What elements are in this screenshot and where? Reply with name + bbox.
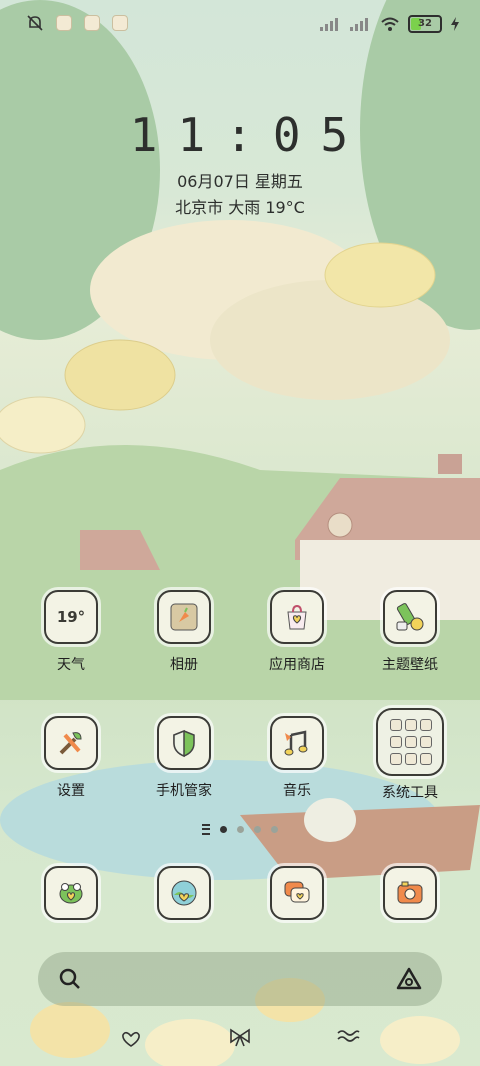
- app-label: 音乐: [283, 783, 311, 799]
- weather-icon-temp: 19°: [56, 608, 86, 626]
- theme-wallpaper-icon: [383, 590, 437, 644]
- bow-icon: [230, 1028, 250, 1047]
- status-bar: 32: [0, 0, 480, 50]
- folder-icon: [376, 708, 444, 776]
- app-label: 相册: [170, 657, 198, 673]
- page-dot: [254, 826, 261, 833]
- settings-icon: [44, 716, 98, 770]
- music-icon: [270, 716, 324, 770]
- battery-icon: 32: [408, 15, 442, 33]
- app-browser[interactable]: [134, 866, 234, 920]
- browser-icon: [157, 866, 211, 920]
- clock-date: 06月07日 星期五: [177, 172, 303, 191]
- app-music[interactable]: 音乐: [247, 716, 347, 800]
- weather-summary[interactable]: 北京市 大雨 19°C: [0, 194, 480, 218]
- page-dot: [220, 826, 227, 833]
- app-label: 主题壁纸: [382, 657, 438, 673]
- mute-bell-icon: [27, 15, 43, 31]
- app-label: 设置: [57, 783, 85, 799]
- security-icon: [157, 716, 211, 770]
- notification-app-icon: [112, 15, 128, 31]
- folder-preview-grid: [390, 719, 432, 765]
- app-label: 手机管家: [156, 783, 212, 799]
- app-store-icon: [270, 590, 324, 644]
- signal-icon: [350, 18, 368, 31]
- messages-icon: [270, 866, 324, 920]
- clock-time[interactable]: 11:05: [0, 108, 480, 162]
- app-weather[interactable]: 19° 天气: [21, 590, 121, 674]
- charging-icon: [451, 17, 459, 31]
- phone-icon: [44, 866, 98, 920]
- search-bar[interactable]: [38, 952, 442, 1006]
- page-indicator[interactable]: [0, 824, 480, 835]
- page-dot: [237, 826, 244, 833]
- search-icon[interactable]: [58, 967, 82, 991]
- app-messages[interactable]: [247, 866, 347, 920]
- app-security[interactable]: 手机管家: [134, 716, 234, 800]
- app-label: 系统工具: [382, 785, 438, 801]
- assistant-icon[interactable]: [396, 967, 422, 991]
- app-gallery[interactable]: 相册: [134, 590, 234, 674]
- battery-percent: 32: [418, 18, 432, 29]
- camera-icon: [383, 866, 437, 920]
- wifi-icon: [381, 17, 399, 31]
- app-camera[interactable]: [360, 866, 460, 920]
- notification-app-icon: [56, 15, 72, 31]
- app-label: 天气: [57, 657, 85, 673]
- app-theme[interactable]: 主题壁纸: [360, 590, 460, 674]
- app-phone[interactable]: [21, 866, 121, 920]
- gallery-icon: [157, 590, 211, 644]
- app-settings[interactable]: 设置: [21, 716, 121, 800]
- signal-icon: [320, 18, 338, 31]
- notification-app-icon: [84, 15, 100, 31]
- weather-icon: 19°: [44, 590, 98, 644]
- page-dot: [271, 826, 278, 833]
- heart-icon: [122, 1031, 140, 1047]
- app-store[interactable]: 应用商店: [247, 590, 347, 674]
- app-label: 应用商店: [269, 657, 325, 673]
- wave-icon: [337, 1030, 360, 1042]
- menu-icon: [202, 824, 210, 835]
- folder-system-tools[interactable]: 系统工具: [360, 708, 460, 802]
